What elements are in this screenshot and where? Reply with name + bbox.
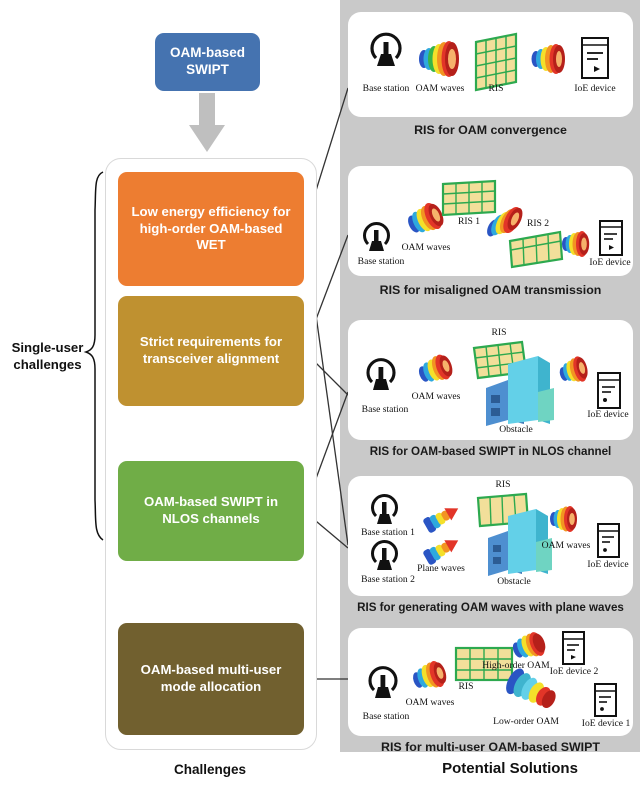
icon-label-oam-waves: OAM waves <box>405 697 455 708</box>
icon-label-base-station-1: Base station 1 <box>361 527 415 538</box>
plane-waves-icon-1 <box>423 508 459 533</box>
oam-waves-icon <box>550 506 577 532</box>
icon-label-ioe-device: IoE device <box>589 257 631 268</box>
icon-label-ris: RIS <box>495 479 511 490</box>
solution-panel-ris-oam-convergence[interactable]: Base station OAM waves RIS IoE device RI… <box>348 12 633 137</box>
oam-waves-icon-2 <box>531 44 565 74</box>
icon-label-oam-waves: OAM waves <box>415 83 465 94</box>
solution-caption: RIS for misaligned OAM transmission <box>379 283 602 297</box>
icon-label-oam-waves: OAM waves <box>401 242 451 253</box>
icon-label-oam-waves: OAM waves <box>541 540 591 551</box>
icon-label-plane-waves: Plane waves <box>417 563 465 574</box>
single-user-bracket-label: Single-user challenges <box>11 340 84 372</box>
oam-waves-icon <box>419 41 459 77</box>
icon-label-ioe-device-1: IoE device 1 <box>581 718 631 729</box>
icon-label-ris-2: RIS 2 <box>526 218 550 229</box>
base-station-icon <box>363 222 390 251</box>
ris-2-icon <box>508 230 564 269</box>
solution-caption: RIS for generating OAM waves with plane … <box>357 601 624 614</box>
ioe-device-icon <box>597 523 620 558</box>
icon-label-high-order-oam: High-order OAM <box>482 660 550 671</box>
solution-panel-ris-swipt-nlos[interactable]: RIS OAM waves Base station Obstacle IoE … <box>348 320 633 458</box>
solution-card: Base station OAM waves RIS IoE device <box>348 12 633 117</box>
icon-label-base-station: Base station <box>362 711 410 722</box>
icon-label-ris-1: RIS 1 <box>457 216 481 227</box>
ioe-device-2-icon <box>562 631 585 665</box>
solution-card: RIS Base station 1 Plane waves Base stat… <box>348 476 633 596</box>
base-station-icon <box>370 32 402 66</box>
solution-caption: RIS for OAM convergence <box>414 123 567 137</box>
solution-panel-ris-misaligned-oam[interactable]: RIS 1 OAM waves Base station RIS 2 IoE d… <box>348 166 633 297</box>
solution-card: RIS OAM waves Base station High-order OA… <box>348 628 633 736</box>
plane-waves-icon-2 <box>423 540 459 565</box>
arrow-top-to-challenges <box>189 93 225 152</box>
ris-icon <box>474 32 518 92</box>
root-topic-box[interactable]: OAM-based SWIPT <box>155 33 260 91</box>
challenge-box-multi-user-mode-allocation[interactable]: OAM-based multi-user mode allocation <box>118 623 304 735</box>
icon-label-ris: RIS <box>491 327 507 338</box>
base-station-icon <box>368 666 398 698</box>
base-station-2-icon <box>371 540 398 570</box>
icon-label-low-order-oam: Low-order OAM <box>493 716 559 727</box>
icon-label-ris: RIS <box>488 83 504 94</box>
solution-card: RIS OAM waves Base station Obstacle IoE … <box>348 320 633 440</box>
solution-caption: RIS for OAM-based SWIPT in NLOS channel <box>369 445 612 458</box>
icon-label-oam-waves: OAM waves <box>411 391 461 402</box>
solution-panel-ris-multiuser-swipt[interactable]: RIS OAM waves Base station High-order OA… <box>348 628 633 754</box>
high-order-oam-icon <box>512 632 546 658</box>
diagram-root: OAM-based SWIPT Low energy efficiency fo… <box>0 0 640 787</box>
oam-waves-icon-3 <box>562 231 590 257</box>
oam-waves-icon <box>408 202 444 233</box>
icon-label-ioe-device: IoE device <box>587 409 629 420</box>
challenge-box-low-energy-efficiency[interactable]: Low energy efficiency for high-order OAM… <box>118 172 304 286</box>
oam-waves-icon <box>418 354 453 382</box>
ris-1-icon <box>441 179 497 217</box>
challenge-label: OAM-based multi-user mode allocation <box>140 662 282 694</box>
icon-label-ris: RIS <box>458 681 474 692</box>
icon-label-base-station: Base station <box>362 83 410 94</box>
icon-label-base-station: Base station <box>357 256 405 267</box>
solution-illustration <box>366 340 621 426</box>
icon-label-ioe-device-2: IoE device 2 <box>549 666 599 677</box>
icon-label-ioe-device: IoE device <box>574 83 616 94</box>
root-topic-label: OAM-based SWIPT <box>169 45 245 77</box>
oam-waves-icon <box>413 661 447 688</box>
icon-label-ioe-device: IoE device <box>587 559 629 570</box>
solution-panel-ris-generating-oam-plane[interactable]: RIS Base station 1 Plane waves Base stat… <box>348 476 633 614</box>
base-station-icon <box>366 358 396 390</box>
challenge-box-transceiver-alignment[interactable]: Strict requirements for transceiver alig… <box>118 296 304 406</box>
ioe-device-icon <box>599 220 623 256</box>
solutions-column-title: Potential Solutions <box>442 760 578 777</box>
ioe-device-icon <box>597 372 621 409</box>
base-station-1-icon <box>371 494 398 524</box>
challenges-column-title: Challenges <box>173 762 247 777</box>
oam-waves-icon-2 <box>559 356 588 382</box>
ioe-device-1-icon <box>594 683 617 717</box>
icon-label-obstacle: Obstacle <box>499 424 533 435</box>
solution-caption: RIS for multi-user OAM-based SWIPT <box>381 740 600 754</box>
icon-label-base-station: Base station <box>361 404 409 415</box>
challenge-label: Low energy efficiency for high-order OAM… <box>131 203 291 253</box>
challenge-label: OAM-based SWIPT in NLOS channels <box>143 494 279 526</box>
ioe-device-icon <box>581 37 609 79</box>
challenge-box-nlos-channels[interactable]: OAM-based SWIPT in NLOS channels <box>118 461 304 561</box>
icon-label-obstacle: Obstacle <box>497 576 531 587</box>
challenge-label: Strict requirements for transceiver alig… <box>139 334 283 366</box>
solution-card: RIS 1 OAM waves Base station RIS 2 IoE d… <box>348 166 633 276</box>
solution-illustration <box>370 32 609 92</box>
icon-label-base-station-2: Base station 2 <box>361 574 415 585</box>
